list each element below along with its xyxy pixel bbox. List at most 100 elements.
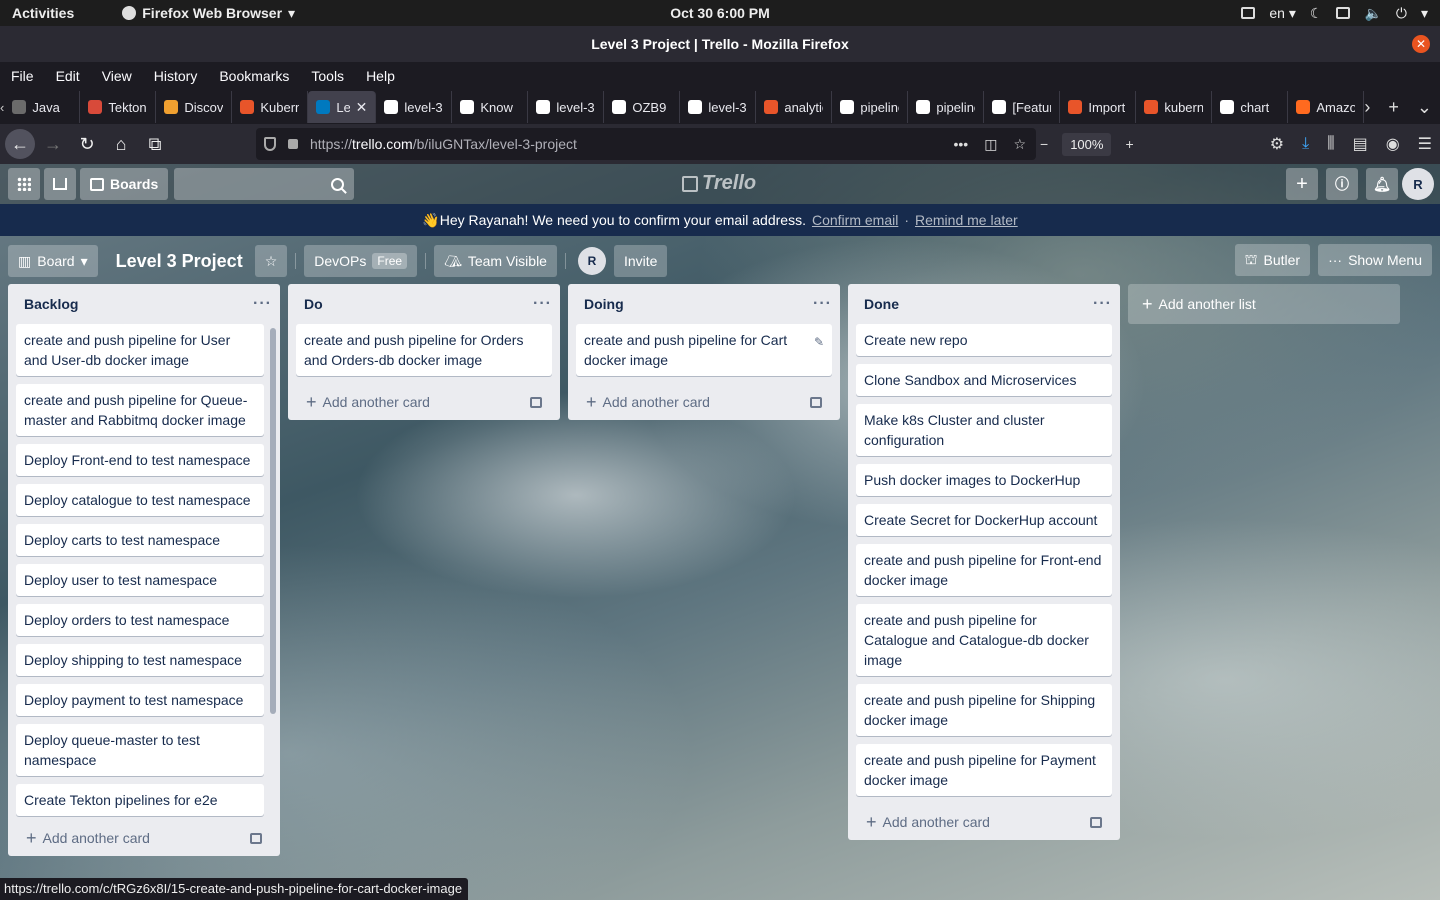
browser-tab[interactable]: Know xyxy=(452,91,529,123)
card-template-icon[interactable] xyxy=(810,396,822,408)
pocket-icon[interactable]: ◫ xyxy=(984,136,997,153)
info-icon[interactable]: ⓘ xyxy=(1326,168,1358,200)
edit-card-pencil-icon[interactable]: ✎ xyxy=(814,332,824,352)
board-view-switcher[interactable]: ▥ Board ▾ xyxy=(8,245,98,277)
butler-button[interactable]: ⛫︎ Butler xyxy=(1234,244,1311,276)
list-all-tabs-icon[interactable]: ⌄ xyxy=(1417,97,1432,118)
browser-tab[interactable]: Java xyxy=(4,91,81,123)
card-template-icon[interactable] xyxy=(1090,816,1102,828)
list-menu-icon[interactable]: ··· xyxy=(533,295,552,313)
card[interactable]: create and push pipeline for Queue-maste… xyxy=(16,384,264,436)
close-tab-icon[interactable]: ✕ xyxy=(356,99,368,116)
bookmark-star-icon[interactable]: ☆ xyxy=(1013,136,1026,153)
system-tray[interactable]: en ▾ ☾ 🔈 ⏻ ▾ xyxy=(1241,5,1440,22)
board-title[interactable]: Level 3 Project xyxy=(116,251,243,272)
night-light-icon[interactable]: ☾ xyxy=(1310,5,1323,22)
menu-edit[interactable]: Edit xyxy=(45,68,91,84)
home-icon[interactable]: ⌂ xyxy=(105,128,137,160)
add-card-button[interactable]: + Add another card xyxy=(16,820,272,856)
zoom-out-icon[interactable]: − xyxy=(1040,136,1048,152)
search-icon[interactable] xyxy=(331,177,345,191)
list-title[interactable]: Backlog xyxy=(24,296,78,312)
invite-button[interactable]: Invite xyxy=(613,245,668,277)
browser-tab[interactable]: Tekton xyxy=(80,91,157,123)
url-text[interactable]: https://trello.com/b/iluGNTax/level-3-pr… xyxy=(310,136,577,152)
add-card-button[interactable]: + Add another card xyxy=(848,804,1120,840)
browser-tab[interactable]: [Feature xyxy=(984,91,1061,123)
card[interactable]: Create Tekton pipelines for e2e xyxy=(16,784,264,816)
menu-file[interactable]: File xyxy=(0,68,45,84)
menu-tools[interactable]: Tools xyxy=(300,68,355,84)
account-icon[interactable]: ◉ xyxy=(1386,134,1400,154)
list-header[interactable]: Done ··· xyxy=(848,284,1120,324)
browser-tab[interactable]: Import xyxy=(1060,91,1137,123)
browser-tab[interactable]: OZB9 xyxy=(604,91,681,123)
list-scrollbar[interactable] xyxy=(270,328,276,714)
list-menu-icon[interactable]: ··· xyxy=(813,295,832,313)
card[interactable]: Deploy orders to test namespace xyxy=(16,604,264,636)
screen-icon[interactable] xyxy=(1241,7,1256,19)
search-input[interactable] xyxy=(174,176,315,192)
lock-icon[interactable] xyxy=(288,139,298,149)
browser-tab[interactable]: Amazon xyxy=(1288,91,1365,123)
tracking-shield-icon[interactable] xyxy=(264,137,276,151)
card[interactable]: Deploy shipping to test namespace xyxy=(16,644,264,676)
card[interactable]: Create new repo xyxy=(856,324,1112,356)
search-box[interactable] xyxy=(174,168,355,200)
notifications-bell-icon[interactable]: 🔔︎ xyxy=(1366,168,1398,200)
create-plus-button[interactable]: + xyxy=(1286,168,1318,200)
sync-tabs-icon[interactable]: ⧉ xyxy=(139,128,171,160)
url-bar[interactable]: https://trello.com/b/iluGNTax/level-3-pr… xyxy=(256,128,1036,160)
card[interactable]: Deploy catalogue to test namespace xyxy=(16,484,264,516)
card[interactable]: Deploy user to test namespace xyxy=(16,564,264,596)
list-header[interactable]: Doing ··· xyxy=(568,284,840,324)
language-indicator[interactable]: en ▾ xyxy=(1269,5,1296,22)
card[interactable]: create and push pipeline for Catalogue a… xyxy=(856,604,1112,676)
visibility-button[interactable]: ⛺︎ Team Visible xyxy=(434,245,557,277)
browser-tab[interactable]: level-3 xyxy=(376,91,453,123)
browser-tab[interactable]: pipeline xyxy=(832,91,909,123)
power-icon[interactable]: ⏻ xyxy=(1396,5,1407,22)
zoom-level[interactable]: 100% xyxy=(1062,132,1112,156)
browser-tab[interactable]: Level 3 ✕ xyxy=(308,91,377,123)
forward-arrow-icon[interactable]: → xyxy=(37,128,69,160)
card-template-icon[interactable] xyxy=(250,832,262,844)
page-actions-icon[interactable]: ••• xyxy=(953,136,968,153)
library-icon[interactable]: ⫼ xyxy=(1327,135,1334,153)
list-header[interactable]: Do ··· xyxy=(288,284,560,324)
list-header[interactable]: Backlog ··· xyxy=(8,284,280,324)
hamburger-menu-icon[interactable]: ☰ xyxy=(1418,134,1432,154)
card-template-icon[interactable] xyxy=(530,396,542,408)
app-menu[interactable]: Firefox Web Browser ▾ xyxy=(122,5,295,22)
card[interactable]: Clone Sandbox and Microservices xyxy=(856,364,1112,396)
list-title[interactable]: Doing xyxy=(584,296,624,312)
card[interactable]: create and push pipeline for User and Us… xyxy=(16,324,264,376)
card[interactable]: Push docker images to DockerHup xyxy=(856,464,1112,496)
browser-tab[interactable]: kubernetes xyxy=(1136,91,1213,123)
user-avatar[interactable]: R xyxy=(1402,168,1434,200)
star-board-button[interactable]: ☆ xyxy=(254,245,288,277)
card[interactable]: create and push pipeline for Front-end d… xyxy=(856,544,1112,596)
list-menu-icon[interactable]: ··· xyxy=(253,295,272,313)
member-avatar[interactable]: R xyxy=(577,247,606,275)
scroll-tabs-right-icon[interactable]: › xyxy=(1364,97,1370,118)
browser-tab[interactable]: analytics xyxy=(756,91,833,123)
browser-tab[interactable]: pipeline xyxy=(908,91,985,123)
back-arrow-icon[interactable]: ← xyxy=(5,129,35,159)
volume-icon[interactable]: 🔈 xyxy=(1364,5,1381,22)
browser-tab[interactable]: chart xyxy=(1212,91,1289,123)
card[interactable]: Deploy Front-end to test namespace xyxy=(16,444,264,476)
menu-help[interactable]: Help xyxy=(355,68,406,84)
browser-tab[interactable]: Kubernetes xyxy=(232,91,309,123)
card[interactable]: Deploy payment to test namespace xyxy=(16,684,264,716)
close-window-button[interactable]: ✕ xyxy=(1412,35,1430,53)
card[interactable]: Create Secret for DockerHup account xyxy=(856,504,1112,536)
downloads-icon[interactable]: ⤓ xyxy=(1302,135,1309,153)
menu-view[interactable]: View xyxy=(91,68,143,84)
card[interactable]: Make k8s Cluster and cluster configurati… xyxy=(856,404,1112,456)
list-title[interactable]: Do xyxy=(304,296,323,312)
boards-button[interactable]: Boards xyxy=(80,168,169,200)
card[interactable]: create and push pipeline for Payment doc… xyxy=(856,744,1112,796)
browser-tab[interactable]: level-3 xyxy=(528,91,605,123)
apps-button[interactable] xyxy=(8,168,40,200)
